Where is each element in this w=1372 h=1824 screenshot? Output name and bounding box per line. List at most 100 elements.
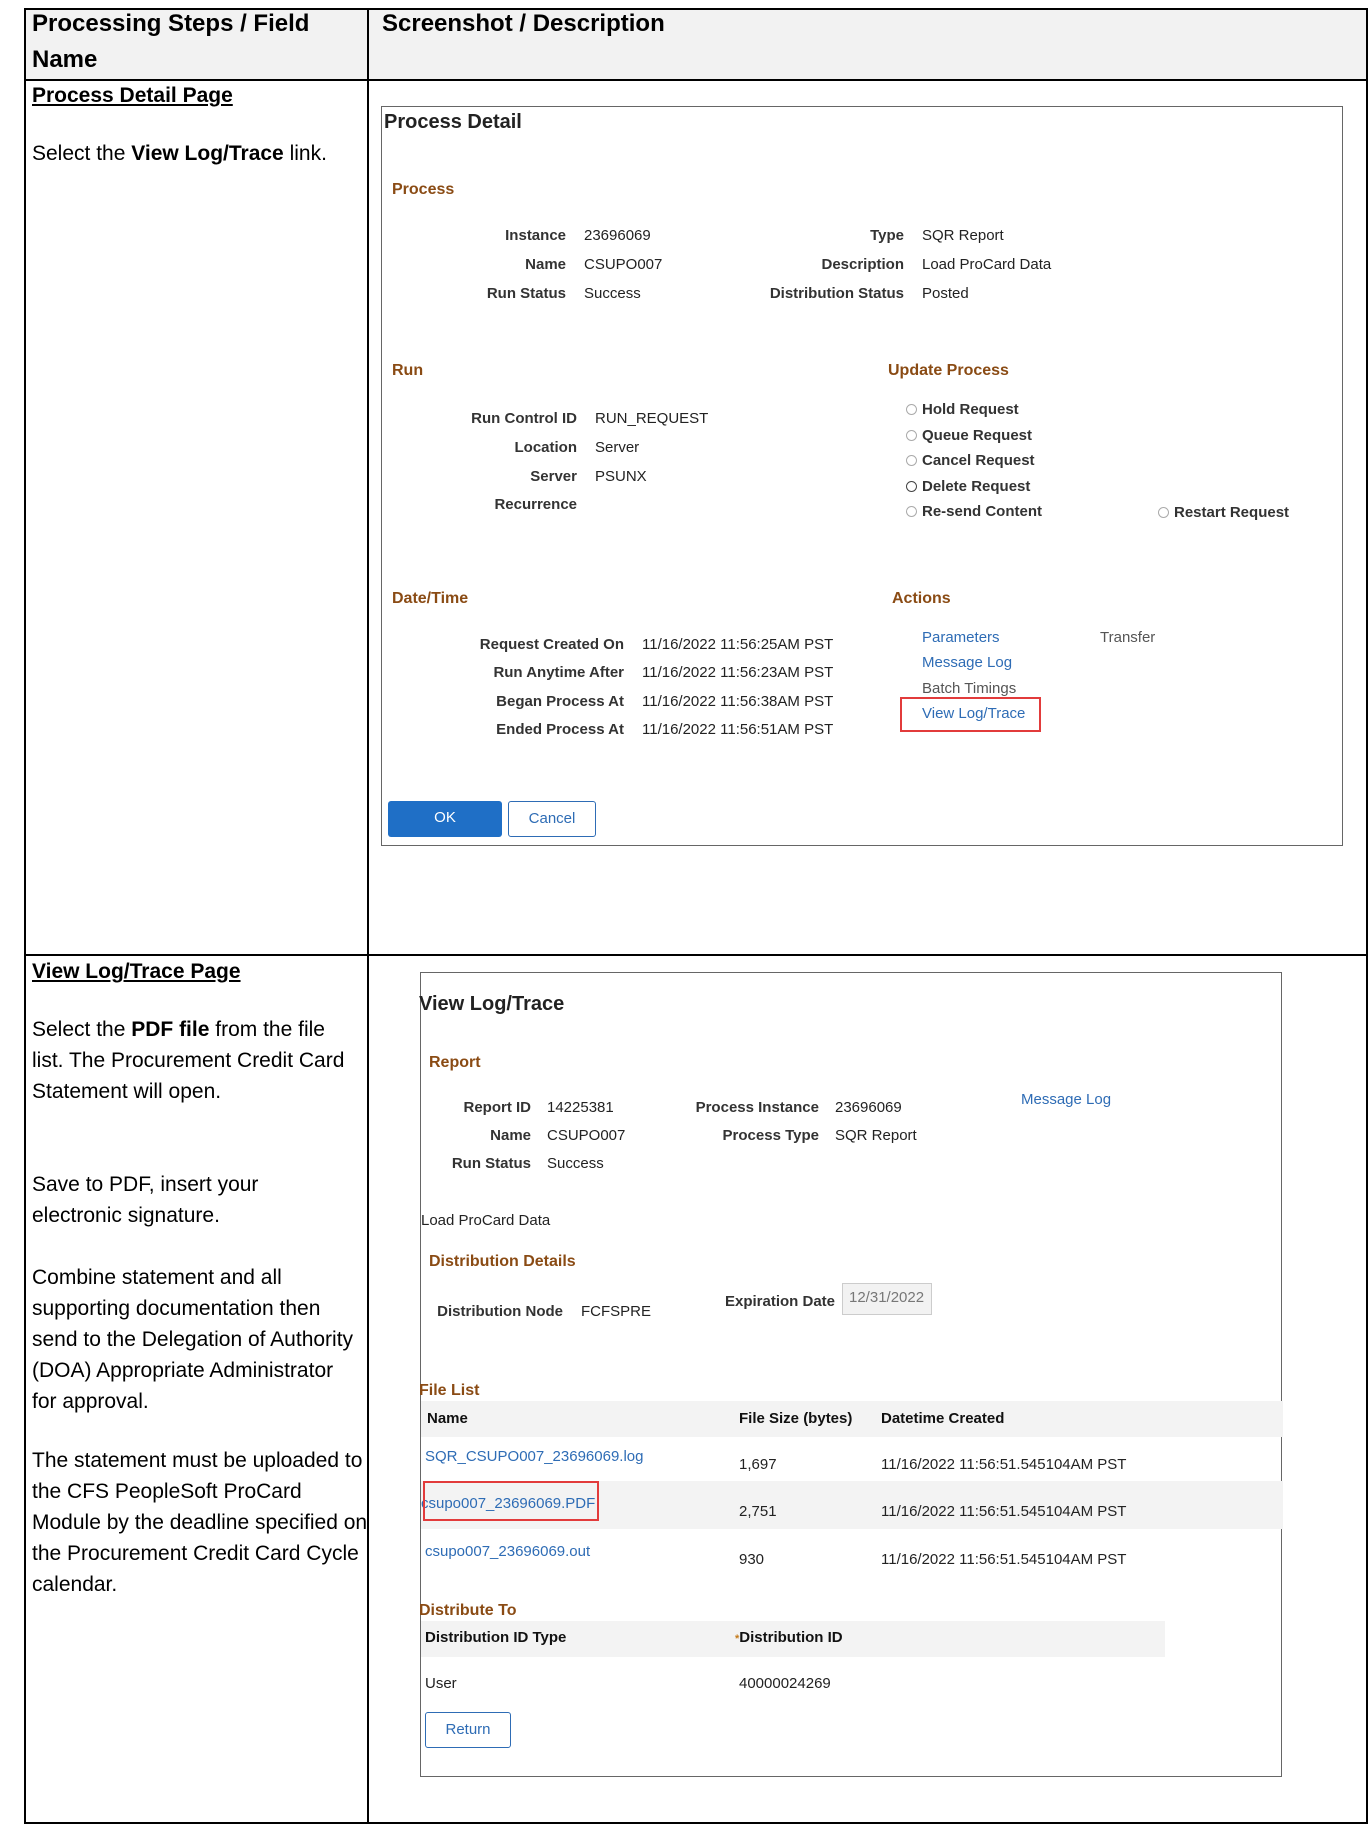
report-description: Load ProCard Data: [421, 1212, 551, 1229]
file-size-pdf: 2,751: [739, 1503, 777, 1520]
description-value: Load ProCard Data: [922, 256, 1052, 273]
name-value: CSUPO007: [584, 256, 663, 273]
col1-header: Processing Steps / Field Name: [32, 10, 310, 73]
location-label: Location: [514, 439, 578, 456]
cancel-button[interactable]: Cancel: [508, 801, 596, 837]
process-type-label: Process Type: [722, 1127, 819, 1144]
file-size-log: 1,697: [739, 1456, 777, 1473]
radio-icon: [906, 430, 917, 441]
run-status-value: Success: [547, 1155, 604, 1172]
distribution-id-value: 40000024269: [739, 1675, 831, 1692]
step-title-view-log-trace: View Log/Trace Page: [32, 960, 241, 983]
distribution-status-value: Posted: [922, 285, 969, 302]
type-label: Type: [870, 227, 904, 244]
radio-icon: [906, 455, 917, 466]
radio-icon: [1158, 507, 1169, 518]
file-created-out: 11/16/2022 11:56:51.545104AM PST: [881, 1551, 1127, 1568]
process-instance-label: Process Instance: [695, 1099, 819, 1116]
server-label: Server: [530, 468, 577, 485]
request-created-label: Request Created On: [479, 636, 624, 653]
section-run: Run: [392, 362, 424, 379]
location-value: Server: [595, 439, 640, 456]
file-size-out: 930: [739, 1551, 765, 1568]
section-actions: Actions: [892, 590, 951, 607]
distribution-node-value: FCFSPRE: [581, 1303, 652, 1320]
section-report: Report: [429, 1054, 481, 1071]
name-value: CSUPO007: [547, 1127, 626, 1144]
run-anytime-value: 11/16/2022 11:56:23AM PST: [642, 664, 834, 681]
step-instruction-4: The statement must be uploaded to the CF…: [32, 1449, 368, 1596]
distribution-status-label: Distribution Status: [769, 285, 904, 302]
distribution-id-type-header: Distribution ID Type: [425, 1629, 567, 1646]
resend-content-radio[interactable]: Re-send Content: [906, 503, 1042, 520]
cancel-request-radio[interactable]: Cancel Request: [906, 452, 1035, 469]
batch-timings-link[interactable]: Batch Timings: [922, 680, 1016, 697]
run-status-label: Run Status: [451, 1155, 531, 1172]
began-process-label: Began Process At: [496, 693, 624, 710]
recurrence-label: Recurrence: [494, 496, 577, 513]
parameters-link[interactable]: Parameters: [922, 629, 1000, 646]
queue-request-radio[interactable]: Queue Request: [906, 427, 1032, 444]
section-process: Process: [392, 181, 455, 198]
delete-request-radio[interactable]: Delete Request: [906, 478, 1030, 495]
report-id-label: Report ID: [463, 1099, 532, 1116]
section-date-time: Date/Time: [392, 590, 469, 607]
ended-process-label: Ended Process At: [496, 721, 624, 738]
process-instance-value: 23696069: [835, 1099, 902, 1116]
run-anytime-label: Run Anytime After: [493, 664, 624, 681]
expiration-date-field[interactable]: 12/31/2022: [842, 1283, 932, 1315]
instance-value: 23696069: [584, 227, 651, 244]
file-created-pdf: 11/16/2022 11:56:51.545104AM PST: [881, 1503, 1127, 1520]
process-type-value: SQR Report: [835, 1127, 917, 1144]
hold-request-radio[interactable]: Hold Request: [906, 401, 1019, 418]
ended-process-value: 11/16/2022 11:56:51AM PST: [642, 721, 834, 738]
file-size-header: File Size (bytes): [739, 1410, 853, 1427]
section-file-list: File List: [419, 1382, 480, 1399]
radio-icon: [906, 481, 917, 492]
type-value: SQR Report: [922, 227, 1004, 244]
row-divider: [24, 954, 1368, 956]
file-link-out[interactable]: csupo007_23696069.out: [425, 1543, 590, 1560]
distribution-type-value: User: [425, 1675, 457, 1692]
expiration-date-label: Expiration Date: [724, 1293, 835, 1310]
name-label: Name: [525, 256, 566, 273]
process-detail-screenshot: Process Detail Process Instance 23696069…: [381, 106, 1343, 846]
step-instruction-1: Select the PDF file from the file list. …: [32, 1018, 345, 1103]
request-created-value: 11/16/2022 11:56:25AM PST: [642, 636, 834, 653]
report-id-value: 14225381: [547, 1099, 614, 1116]
page-title: Process Detail: [384, 111, 522, 133]
step-title-process-detail: Process Detail Page: [32, 84, 233, 107]
return-button[interactable]: Return: [425, 1712, 511, 1748]
message-log-link[interactable]: Message Log: [922, 654, 1012, 671]
file-name-header: Name: [427, 1410, 468, 1427]
file-link-log[interactable]: SQR_CSUPO007_23696069.log: [425, 1448, 643, 1465]
step-instruction: Select the View Log/Trace link.: [32, 142, 327, 165]
transfer-link[interactable]: Transfer: [1100, 629, 1155, 646]
description-label: Description: [821, 256, 904, 273]
instance-label: Instance: [505, 227, 566, 244]
distribution-node-label: Distribution Node: [437, 1303, 563, 1320]
section-distribution-details: Distribution Details: [429, 1253, 576, 1270]
name-label: Name: [490, 1127, 531, 1144]
step-instruction-2: Save to PDF, insert your electronic sign…: [32, 1173, 259, 1227]
highlight-box: [423, 1481, 599, 1521]
page-title: View Log/Trace: [419, 993, 565, 1015]
restart-request-radio[interactable]: Restart Request: [1158, 504, 1289, 521]
message-log-link[interactable]: Message Log: [1021, 1091, 1111, 1108]
run-control-label: Run Control ID: [471, 410, 577, 427]
server-value: PSUNX: [595, 468, 647, 485]
header-divider: [24, 79, 1368, 81]
radio-icon: [906, 506, 917, 517]
highlight-box: [900, 697, 1041, 732]
radio-icon: [906, 404, 917, 415]
step-instruction-3: Combine statement and all supporting doc…: [32, 1266, 354, 1413]
run-status-label: Run Status: [486, 285, 566, 302]
run-control-value: RUN_REQUEST: [595, 410, 709, 427]
run-status-value: Success: [584, 285, 641, 302]
section-distribute-to: Distribute To: [419, 1602, 517, 1619]
datetime-created-header: Datetime Created: [881, 1410, 1005, 1427]
file-created-log: 11/16/2022 11:56:51.545104AM PST: [881, 1456, 1127, 1473]
began-process-value: 11/16/2022 11:56:38AM PST: [642, 693, 834, 710]
ok-button[interactable]: OK: [388, 801, 502, 837]
section-update-process: Update Process: [888, 362, 1009, 379]
